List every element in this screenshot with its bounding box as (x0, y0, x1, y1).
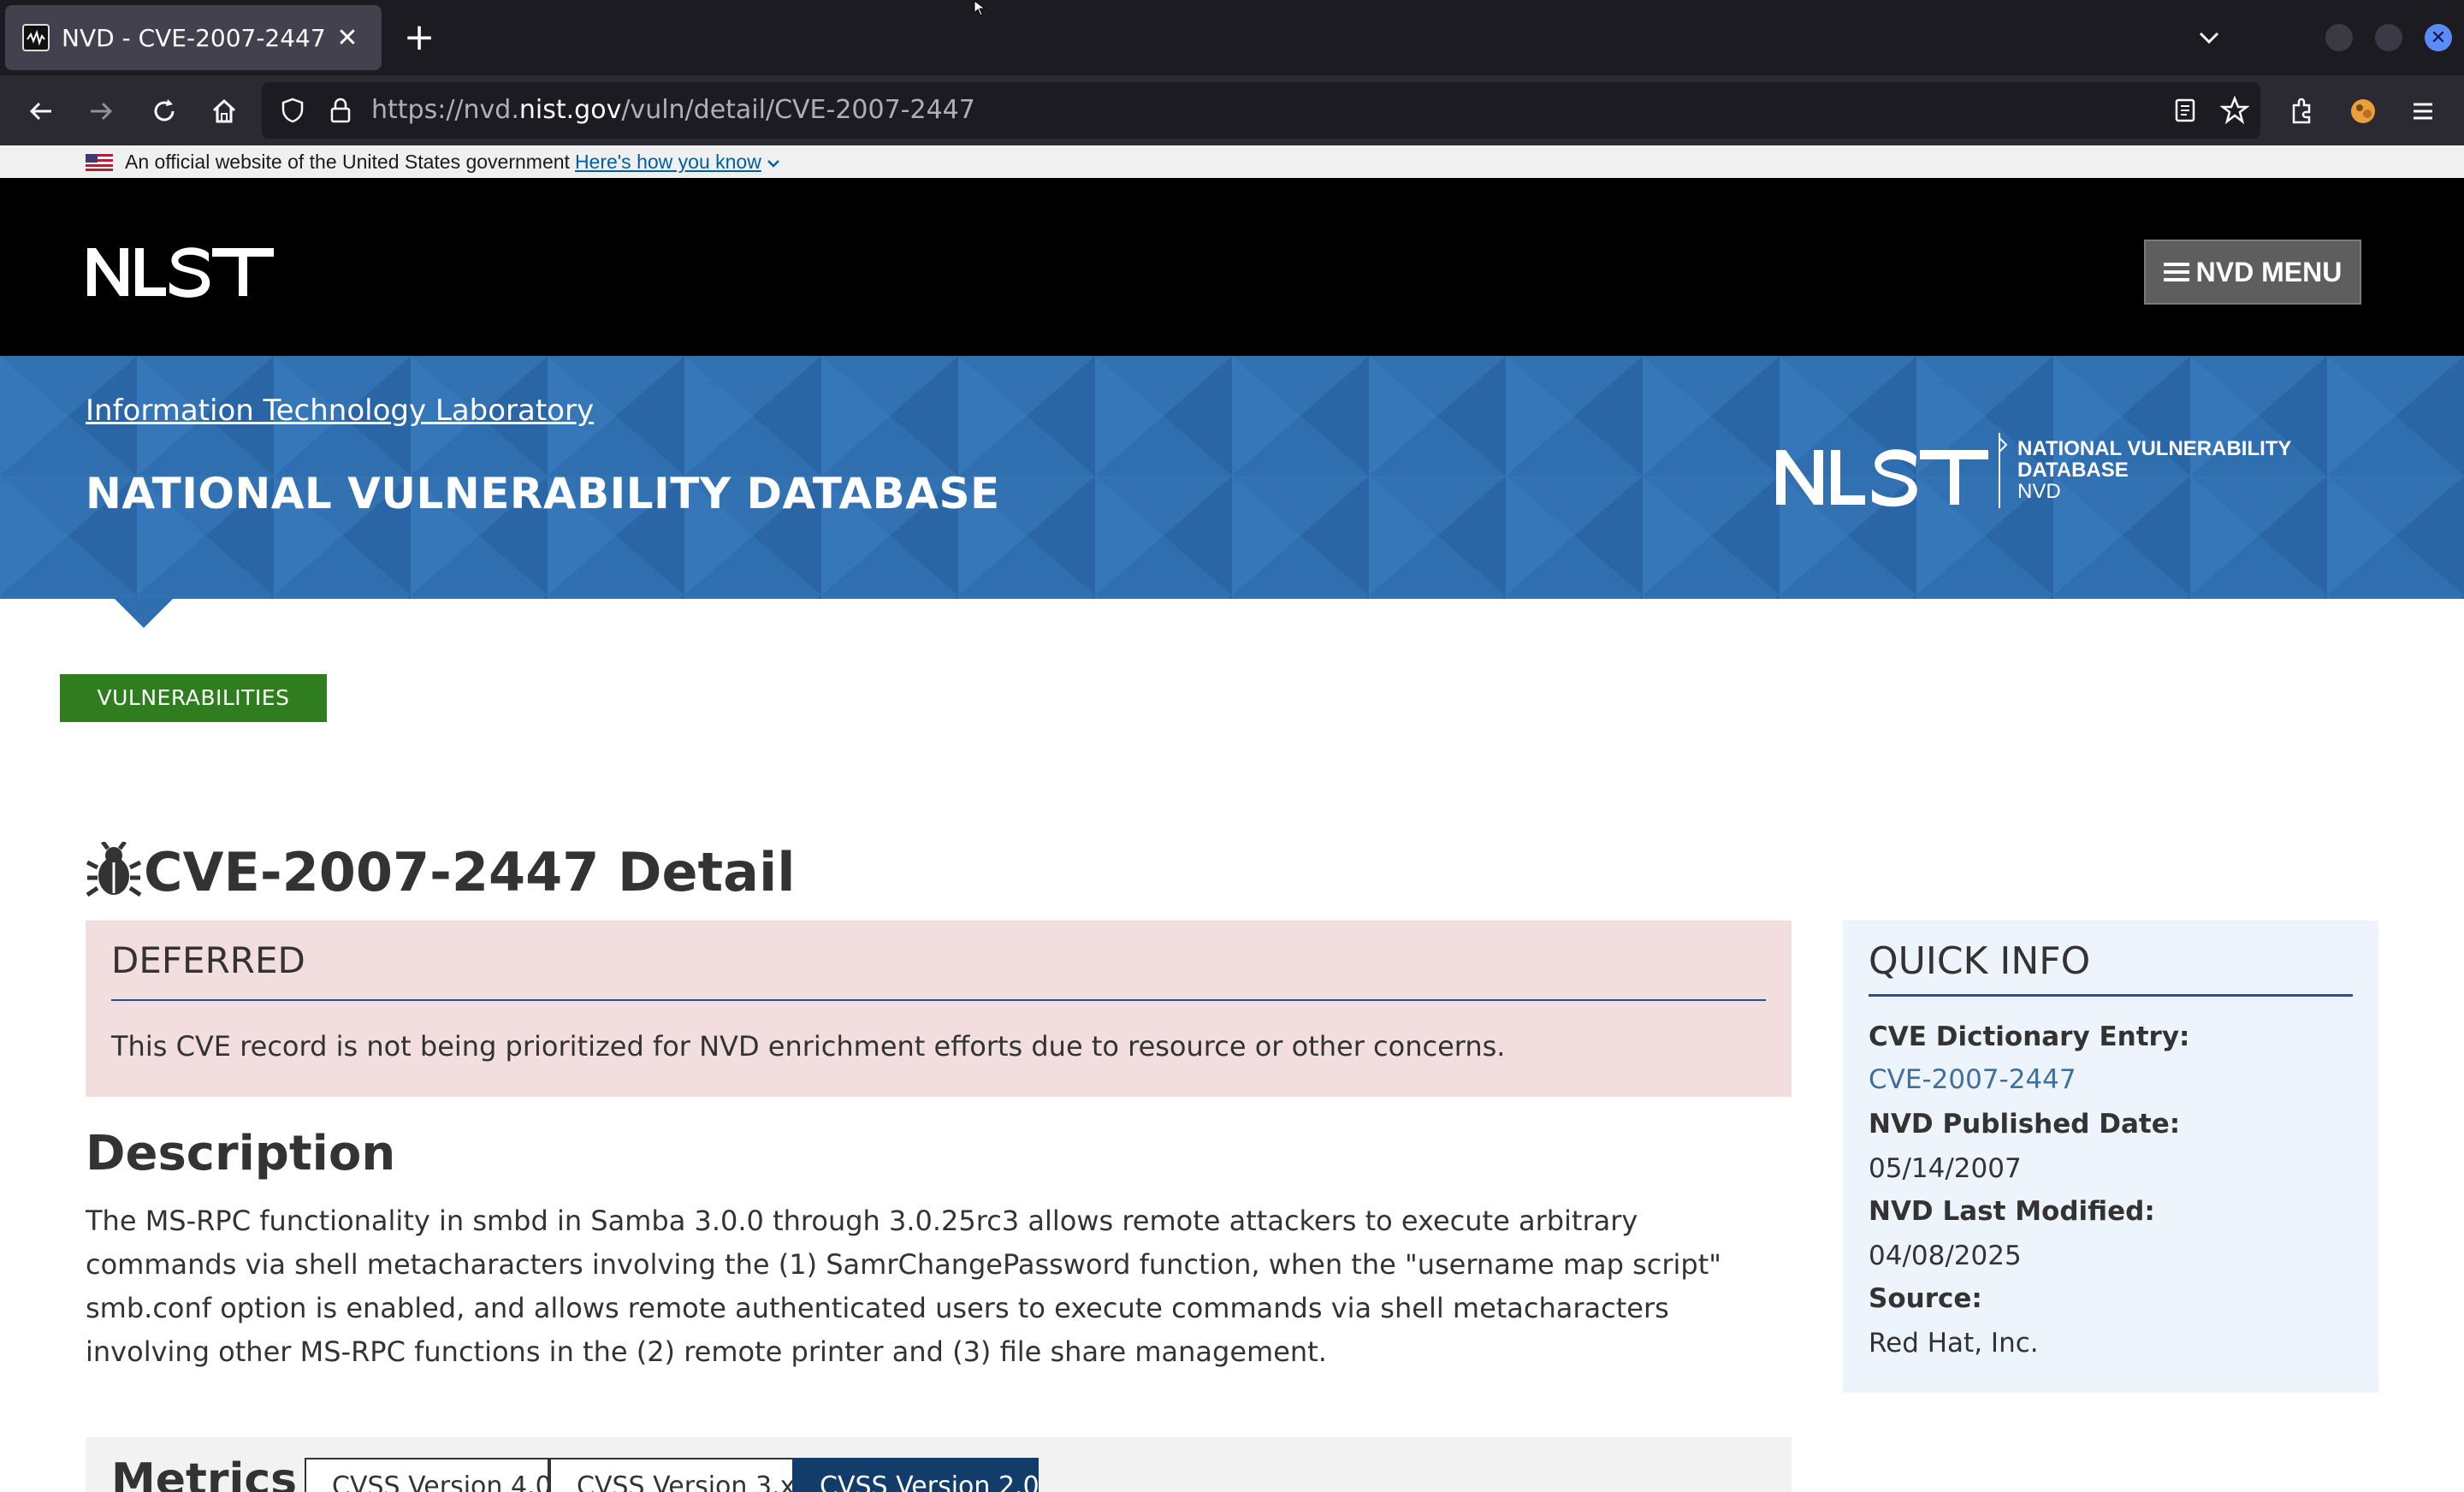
url-text[interactable]: https://nvd.nist.gov/vuln/detail/CVE-200… (371, 82, 975, 139)
hamburger-icon (2163, 258, 2189, 286)
divider (1869, 994, 2353, 997)
us-flag-icon (86, 154, 113, 171)
deferred-notice: DEFERRED This CVE record is not being pr… (86, 921, 1792, 1097)
deferred-text: This CVE record is not being prioritized… (111, 1030, 1506, 1063)
nist-logo[interactable] (84, 245, 275, 299)
list-all-tabs-icon[interactable] (2190, 19, 2228, 56)
tab-cvss-3-x[interactable]: CVSS Version 3.x (549, 1458, 795, 1492)
nvd-logo-text: NATIONAL VULNERABILITY DATABASE NVD (2017, 437, 2292, 503)
gov-banner-text: An official website of the United States… (125, 145, 780, 178)
new-tab-icon[interactable]: + (399, 15, 440, 60)
metrics-heading: Metrics (111, 1454, 298, 1492)
lock-icon[interactable] (322, 92, 359, 129)
tab-cvss-2-0[interactable]: CVSS Version 2.0 (792, 1458, 1040, 1492)
extensions-icon[interactable] (2283, 92, 2320, 130)
published-date-value: 05/14/2007 (1869, 1153, 2022, 1184)
page-title: CVE-2007-2447 Detail (144, 840, 796, 903)
last-modified-value: 04/08/2025 (1869, 1240, 2022, 1271)
vulnerabilities-button[interactable]: VULNERABILITIES (60, 674, 327, 722)
metrics-section: Metrics CVSS Version 4.0 CVSS Version 3.… (86, 1437, 1792, 1492)
nvd-banner: Information Technology Laboratory NATION… (0, 356, 2464, 599)
home-icon[interactable] (205, 92, 243, 130)
cve-entry-link[interactable]: CVE-2007-2447 (1869, 1064, 2076, 1095)
itl-link[interactable]: Information Technology Laboratory (86, 394, 594, 428)
back-arrow-icon[interactable] (22, 92, 60, 130)
source-value: Red Hat, Inc. (1869, 1328, 2039, 1359)
last-modified-label: NVD Last Modified: (1869, 1196, 2155, 1227)
close-window-icon[interactable]: ✕ (2425, 24, 2452, 51)
page-heading: CVE-2007-2447 Detail (86, 837, 796, 907)
nvd-title: NATIONAL VULNERABILITY DATABASE (86, 469, 1000, 518)
nvd-favicon-icon (22, 24, 50, 51)
nvd-menu-button[interactable]: NVD MENU (2144, 240, 2361, 305)
published-date-label: NVD Published Date: (1869, 1109, 2181, 1140)
quick-info-title: QUICK INFO (1869, 939, 2091, 983)
official-gov-banner: An official website of the United States… (0, 145, 2464, 178)
browser-tab[interactable]: NVD - CVE-2007-2447 ✕ (5, 5, 382, 70)
description-heading: Description (86, 1126, 396, 1181)
bookmark-star-icon[interactable] (2216, 92, 2254, 129)
browser-tab-bar: NVD - CVE-2007-2447 ✕ + ✕ (0, 0, 2464, 75)
browser-navigation-bar: https://nvd.nist.gov/vuln/detail/CVE-200… (0, 75, 2464, 145)
profile-avatar-icon[interactable] (2344, 92, 2382, 130)
bug-icon (86, 840, 142, 902)
forward-arrow-icon[interactable] (82, 92, 120, 130)
mouse-cursor-icon (974, 0, 989, 17)
heres-how-you-know-link[interactable]: Here's how you know (575, 151, 761, 173)
app-menu-icon[interactable] (2404, 92, 2442, 130)
nist-header: NVD MENU (0, 178, 2464, 356)
quick-info-panel: QUICK INFO CVE Dictionary Entry: CVE-200… (1843, 921, 2378, 1393)
chevron-down-icon (767, 160, 780, 168)
tab-close-icon[interactable]: ✕ (330, 23, 364, 53)
shield-icon[interactable] (274, 92, 311, 129)
description-text: The MS-RPC functionality in smbd in Samb… (86, 1205, 1721, 1368)
tab-cvss-4-0[interactable]: CVSS Version 4.0 (305, 1458, 552, 1492)
cve-entry-label: CVE Dictionary Entry: (1869, 1021, 2190, 1052)
reader-view-icon[interactable] (2166, 92, 2204, 129)
maximize-window-icon[interactable] (2375, 24, 2402, 51)
banner-caret (113, 597, 175, 628)
reload-icon[interactable] (145, 92, 183, 130)
source-label: Source: (1869, 1283, 1982, 1314)
address-bar[interactable]: https://nvd.nist.gov/vuln/detail/CVE-200… (262, 82, 2260, 139)
tab-title: NVD - CVE-2007-2447 (62, 23, 326, 52)
minimize-window-icon[interactable] (2325, 24, 2353, 51)
deferred-title: DEFERRED (111, 939, 305, 981)
divider (111, 999, 1766, 1001)
